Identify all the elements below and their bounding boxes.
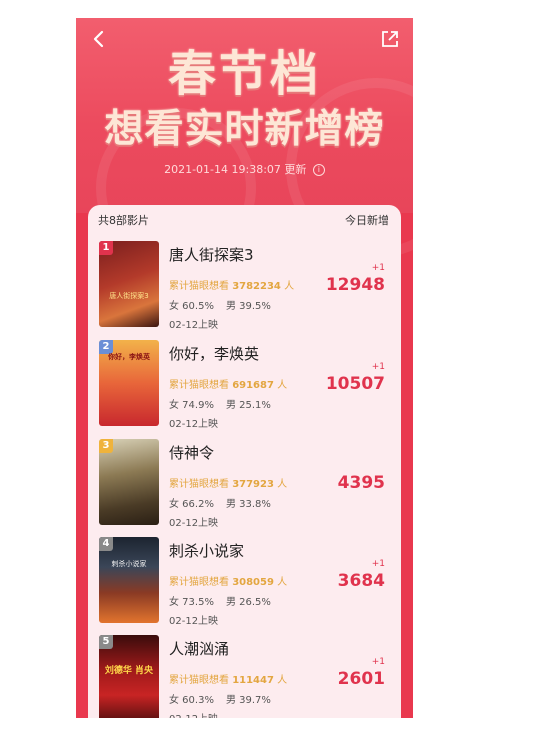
- today-new-count: 3684: [337, 571, 385, 591]
- ranking-list-panel: 共8部影片 今日新增 1 唐人街探案3 唐人街探案3 累计猫眼想看 378223…: [88, 205, 401, 718]
- gender-ratio: 女 60.5% 男 39.5%: [169, 301, 271, 312]
- rank-change: +1: [371, 362, 385, 372]
- movie-poster[interactable]: 5 刘德华 肖央: [99, 635, 159, 718]
- movie-row[interactable]: 3 侍神令 累计猫眼想看 377923 人 女 66.2% 男 33.8% 02-…: [88, 439, 401, 531]
- gender-ratio: 女 66.2% 男 33.8%: [169, 499, 271, 510]
- rank-badge: 5: [99, 635, 113, 649]
- today-new-count: 2601: [337, 669, 385, 689]
- rank-change: +1: [371, 559, 385, 569]
- film-count: 共8部影片: [98, 214, 149, 227]
- poster-caption: 你好，李焕英: [108, 353, 150, 361]
- rank-badge: 1: [99, 241, 113, 255]
- gender-ratio: 女 60.3% 男 39.7%: [169, 695, 271, 706]
- page-title: 春节档: [167, 46, 321, 102]
- poster-caption: 唐人街探案3: [109, 292, 149, 300]
- gender-ratio: 女 74.9% 男 25.1%: [169, 400, 271, 411]
- today-new-count: 4395: [337, 473, 385, 493]
- rank-badge: 4: [99, 537, 113, 551]
- movie-title[interactable]: 侍神令: [169, 442, 214, 463]
- gender-ratio: 女 73.5% 男 26.5%: [169, 597, 271, 608]
- today-new-count: 10507: [325, 374, 385, 394]
- movie-title[interactable]: 刺杀小说家: [169, 540, 244, 561]
- header-banner: 春节档 想看实时新增榜 2021-01-14 19:38:07 更新 i: [76, 18, 413, 268]
- movie-poster[interactable]: 3: [99, 439, 159, 525]
- movie-poster[interactable]: 1 唐人街探案3: [99, 241, 159, 327]
- update-time-text: 2021-01-14 19:38:07 更新: [164, 163, 307, 176]
- movie-poster[interactable]: 2 你好，李焕英: [99, 340, 159, 426]
- release-date: 02-12上映: [169, 710, 218, 718]
- want-to-watch: 累计猫眼想看 691687 人: [169, 380, 288, 391]
- page-subtitle: 想看实时新增榜: [104, 107, 385, 152]
- movie-title[interactable]: 唐人街探案3: [169, 244, 254, 265]
- movie-title[interactable]: 人潮汹涌: [169, 638, 229, 659]
- want-to-watch: 累计猫眼想看 3782234 人: [169, 281, 295, 292]
- release-date: 02-12上映: [169, 616, 219, 627]
- release-date: 02-12上映: [169, 518, 219, 529]
- poster-caption: 刺杀小说家: [111, 560, 147, 568]
- today-new-count: 12948: [325, 275, 385, 295]
- rank-badge: 3: [99, 439, 113, 453]
- rank-change: +1: [371, 657, 385, 667]
- update-time: 2021-01-14 19:38:07 更新 i: [76, 161, 413, 177]
- app-screen: 春节档 想看实时新增榜 2021-01-14 19:38:07 更新 i 共8部…: [76, 18, 413, 718]
- want-to-watch: 累计猫眼想看 111447 人: [169, 675, 288, 686]
- want-to-watch: 累计猫眼想看 377923 人: [169, 479, 288, 490]
- rank-change: +1: [371, 263, 385, 273]
- movie-title[interactable]: 你好，李焕英: [169, 343, 259, 364]
- release-date: 02-12上映: [169, 419, 219, 430]
- movie-row[interactable]: 2 你好，李焕英 你好，李焕英 累计猫眼想看 691687 人 女 74.9% 男…: [88, 340, 401, 432]
- movie-row[interactable]: 5 刘德华 肖央 人潮汹涌 累计猫眼想看 111447 人 女 60.3% 男 3…: [88, 635, 401, 718]
- info-icon[interactable]: i: [312, 164, 325, 176]
- movie-row[interactable]: 1 唐人街探案3 唐人街探案3 累计猫眼想看 3782234 人 女 60.5%…: [88, 241, 401, 333]
- want-to-watch: 累计猫眼想看 308059 人: [169, 577, 288, 588]
- today-new-header: 今日新增: [345, 214, 389, 227]
- movie-row[interactable]: 4 刺杀小说家 刺杀小说家 累计猫眼想看 308059 人 女 73.5% 男 2…: [88, 537, 401, 629]
- movie-poster[interactable]: 4 刺杀小说家: [99, 537, 159, 623]
- release-date: 02-12上映: [169, 320, 219, 331]
- poster-caption: 刘德华 肖央: [104, 666, 154, 676]
